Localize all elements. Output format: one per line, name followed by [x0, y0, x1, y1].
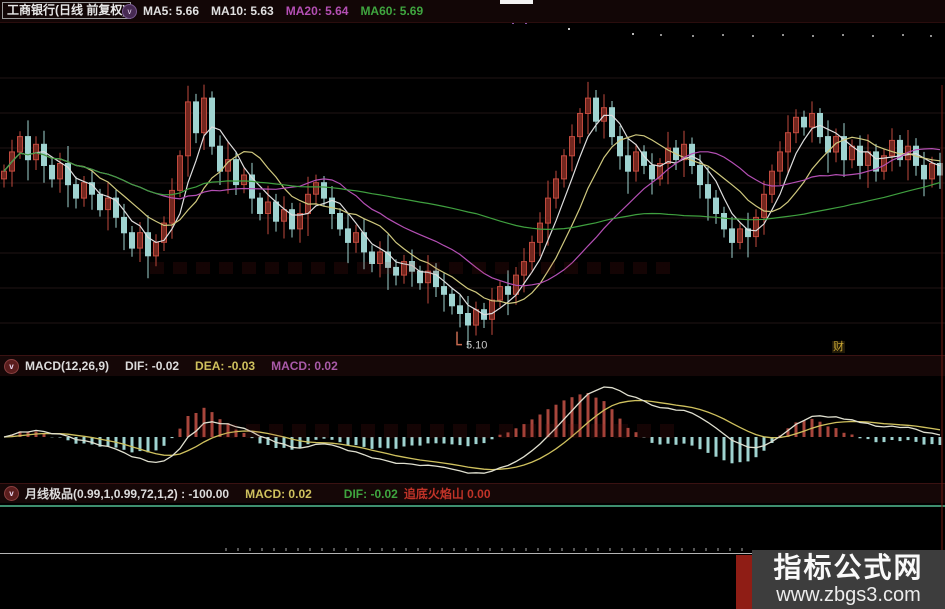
jx-macd-value: MACD: 0.02: [245, 486, 312, 501]
top-bar: 工商银行(日线 前复权) v MA5: 5.66 MA10: 5.63 MA20…: [0, 0, 945, 23]
watermark-url: www.zbgs3.com: [776, 583, 921, 606]
dif-value: DIF: -0.02: [125, 359, 180, 373]
watermark-red-stripe: [736, 555, 752, 609]
macd-panel-header: v MACD(12,26,9) DIF: -0.02 DEA: -0.03 MA…: [0, 355, 945, 376]
faint-watermark-main: [150, 262, 670, 274]
jx-name-value: 月线极品(0.99,1,0.99,72,1,2) : -100.00: [25, 487, 230, 501]
ma20-label: MA20: 5.64: [285, 4, 349, 18]
chart-canvas[interactable]: 5.10: [0, 0, 945, 609]
stock-title: 工商银行(日线 前复权): [2, 2, 132, 19]
ma-labels: MA5: 5.66 MA10: 5.63 MA20: 5.64 MA60: 5.…: [143, 0, 423, 22]
gridlines: [0, 77, 945, 324]
jx-alert-text: 追底火焰山 0.00: [403, 487, 491, 501]
dea-value: DEA: -0.03: [195, 359, 256, 373]
right-border-line: [941, 85, 943, 550]
chevron-down-icon[interactable]: v: [122, 4, 137, 19]
jx-panel-header: v 月线极品(0.99,1,0.99,72,1,2) : -100.00 MAC…: [0, 483, 945, 503]
app-window: 5.10 工商银行(日线 前复权) v MA5: 5.66 MA10: 5.63…: [0, 0, 945, 609]
jx-flat-line: [0, 505, 945, 507]
watermark-box: 指标公式网 www.zbgs3.com: [752, 550, 945, 609]
macd-name: MACD(12,26,9): [25, 359, 110, 373]
fin-badge: 财: [832, 341, 845, 353]
top-white-strip: [500, 0, 533, 4]
ma60-label: MA60: 5.69: [360, 4, 424, 18]
ma5-label: MA5: 5.66: [143, 4, 200, 18]
ma10-line: [3, 134, 941, 305]
chevron-down-icon[interactable]: v: [4, 486, 19, 501]
macd-value: MACD: 0.02: [271, 359, 338, 373]
faint-watermark-macd: [200, 424, 680, 438]
jx-dif-value: DIF: -0.02: [343, 486, 398, 501]
ma10-label: MA10: 5.63: [211, 4, 274, 18]
axis-tick-dots: [225, 548, 745, 551]
low-price-annotation: 5.10: [456, 331, 487, 352]
chevron-down-icon[interactable]: v: [4, 358, 19, 374]
svg-text:5.10: 5.10: [466, 340, 487, 352]
signal-dots: [325, 21, 932, 37]
watermark-title: 指标公式网: [773, 551, 924, 583]
